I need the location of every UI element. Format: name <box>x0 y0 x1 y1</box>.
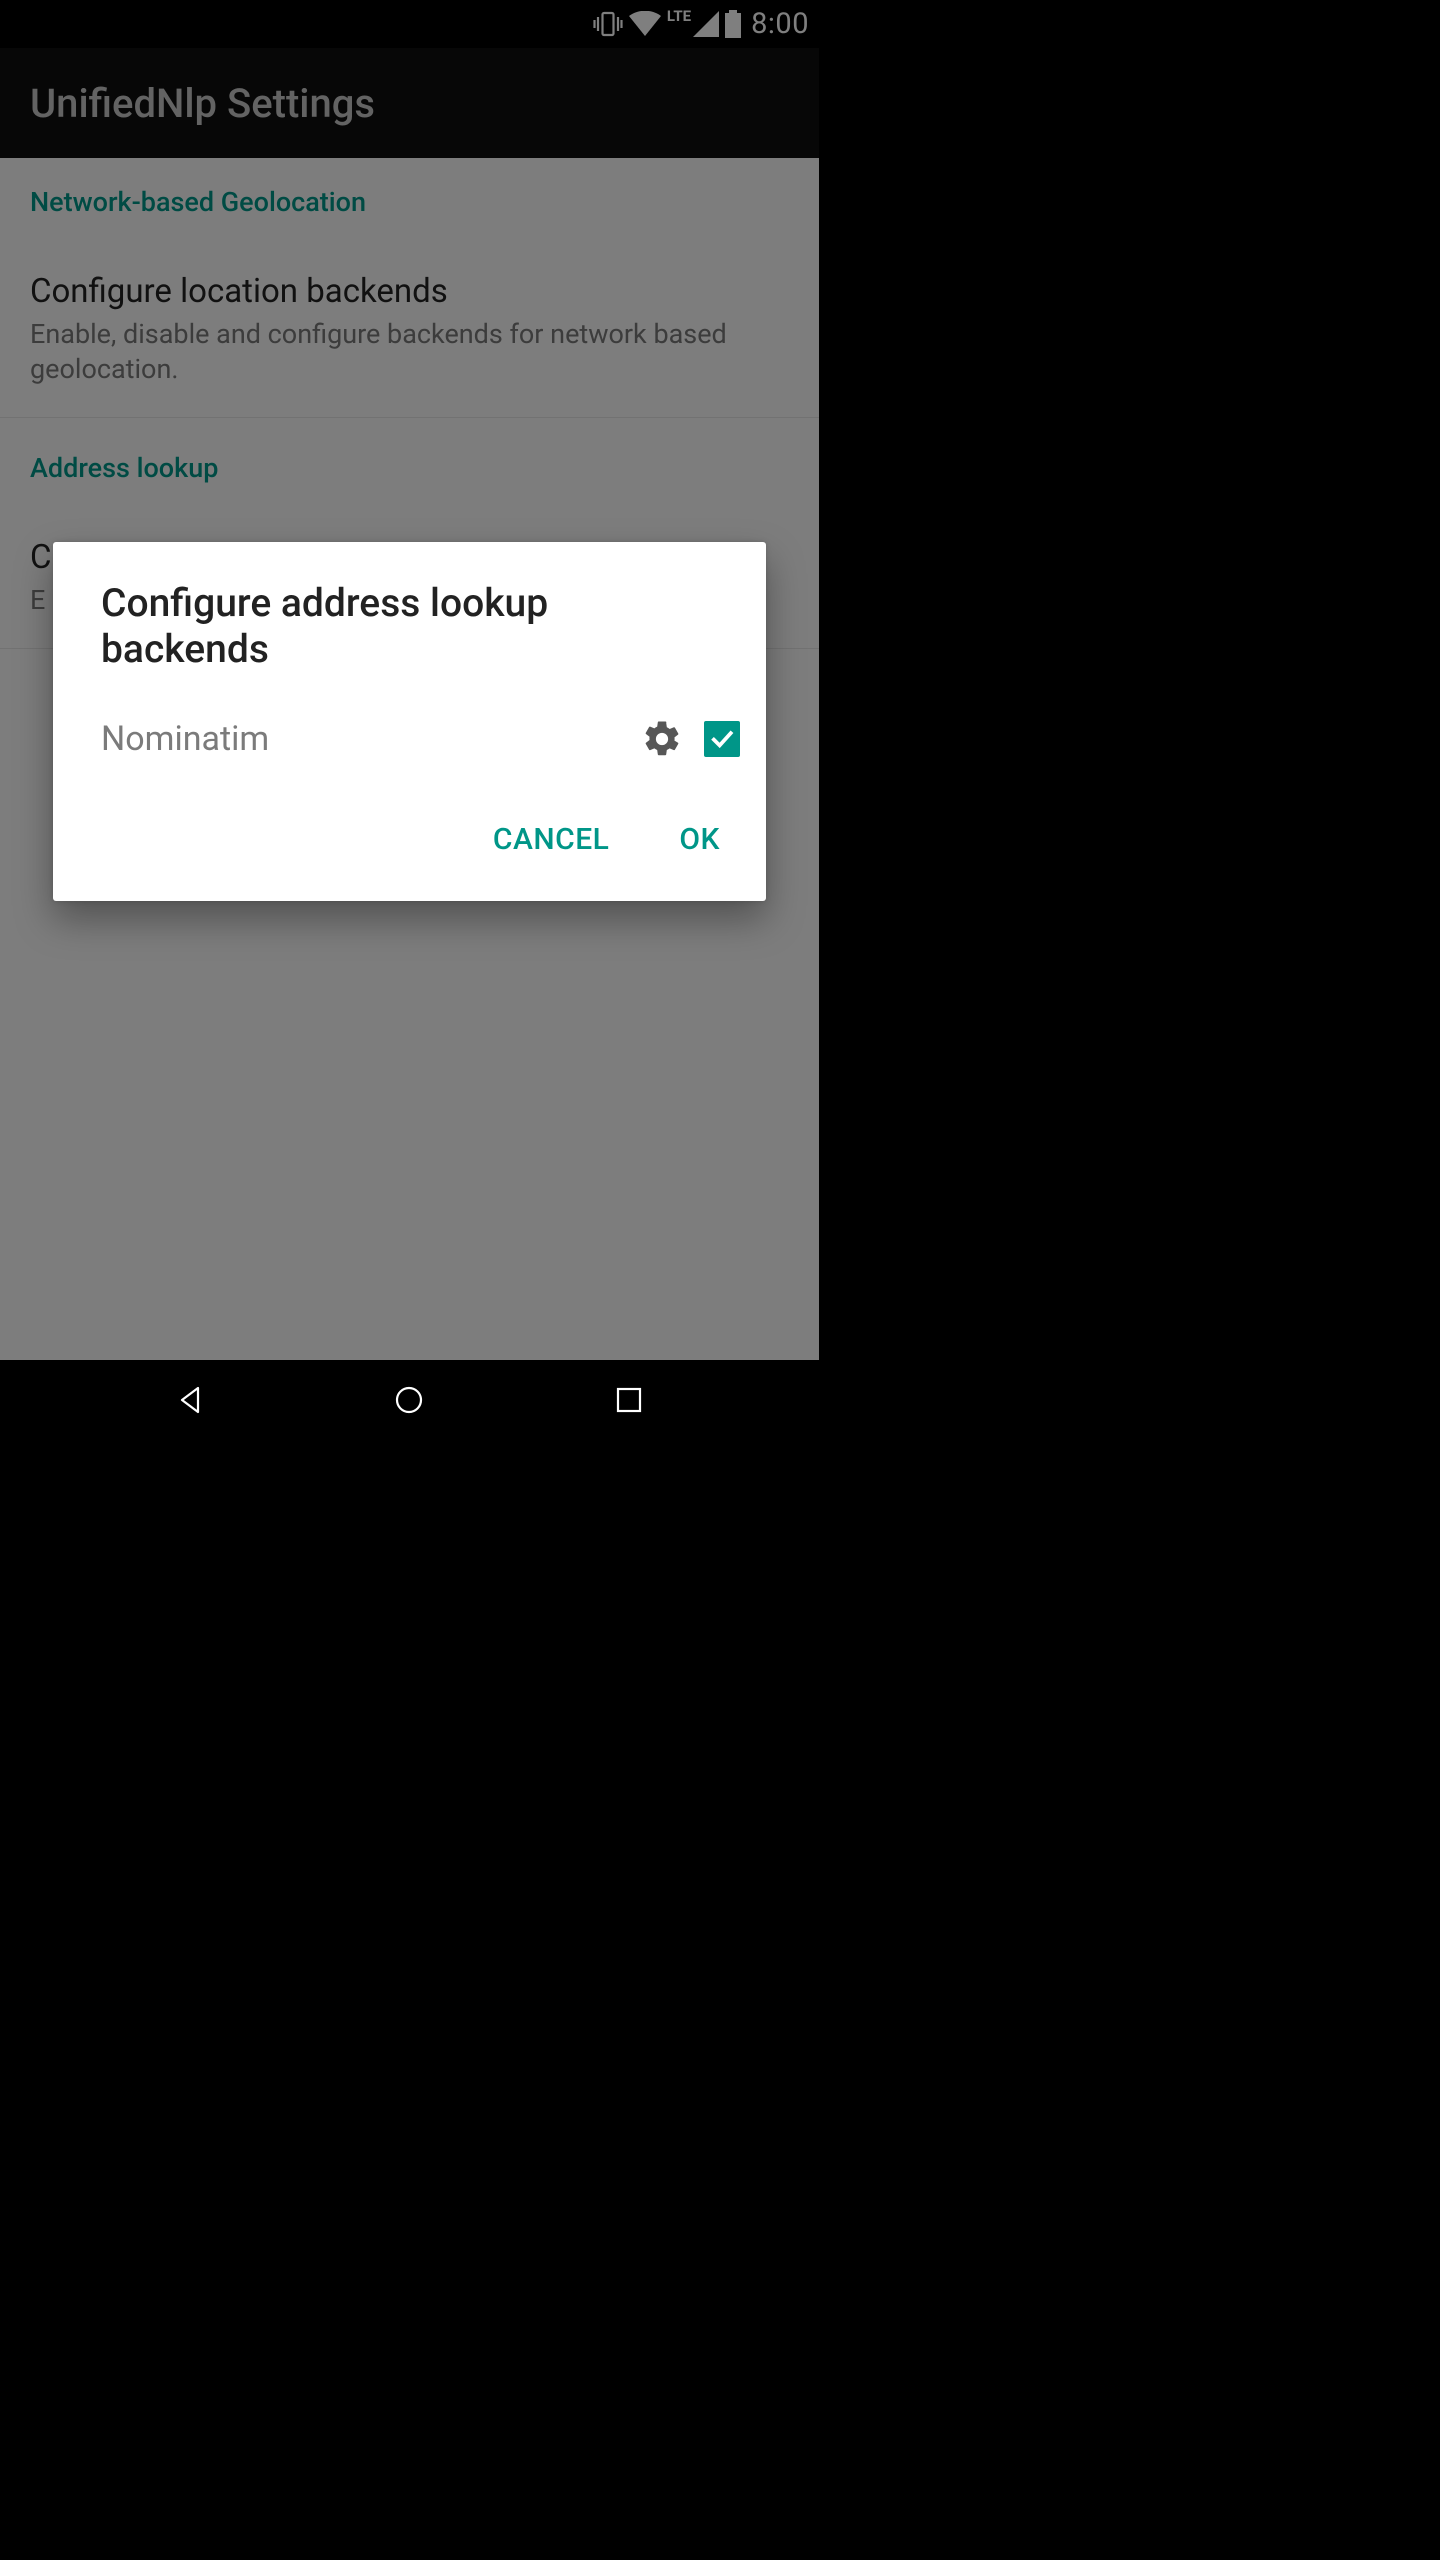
cancel-button[interactable]: Cancel <box>467 804 636 875</box>
gear-icon[interactable] <box>640 717 684 761</box>
ok-button[interactable]: OK <box>653 804 746 875</box>
backend-row-nominatim[interactable]: Nominatim <box>53 704 766 774</box>
home-button[interactable] <box>364 1370 454 1430</box>
navigation-bar <box>0 1360 819 1440</box>
dialog-actions: Cancel OK <box>53 774 766 887</box>
backend-checkbox[interactable] <box>704 721 740 757</box>
recents-button[interactable] <box>584 1370 674 1430</box>
back-button[interactable] <box>145 1370 235 1430</box>
dialog-title: Configure address lookup backends <box>53 542 766 704</box>
dialog-configure-address-backends: Configure address lookup backends Nomina… <box>53 542 766 901</box>
backend-name: Nominatim <box>101 719 640 759</box>
